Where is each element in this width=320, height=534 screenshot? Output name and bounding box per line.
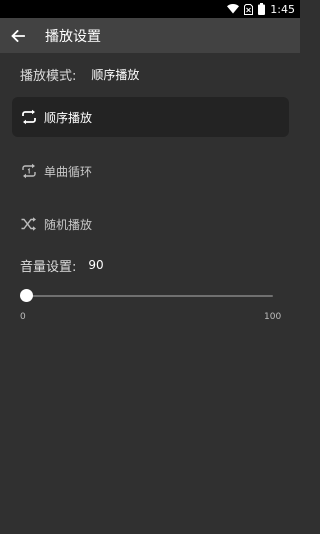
volume-label: 音量设置: [20, 259, 77, 275]
option-sequential-play[interactable]: 顺序播放 [12, 97, 289, 137]
sim-no-service-icon [244, 3, 254, 15]
volume-row: 音量设置: 90 [20, 255, 104, 275]
option-repeat-one[interactable]: 单曲循环 [12, 151, 289, 191]
play-mode-row: 播放模式: 顺序播放 [20, 64, 139, 84]
app-bar: 播放设置 [0, 18, 300, 53]
slider-min-label: 0 [20, 312, 26, 322]
slider-max-label: 100 [264, 312, 282, 322]
back-button[interactable] [0, 18, 38, 53]
wifi-icon [227, 4, 240, 14]
option-label: 随机播放 [44, 217, 93, 232]
repeat-icon [20, 108, 38, 126]
status-time: 1:45 [270, 2, 295, 16]
slider-track[interactable] [26, 295, 273, 297]
option-shuffle-play[interactable]: 随机播放 [12, 204, 289, 244]
repeat-one-icon [20, 162, 38, 180]
volume-value: 90 [88, 258, 104, 272]
slider-thumb[interactable] [20, 289, 33, 302]
page-title: 播放设置 [45, 28, 101, 45]
volume-slider[interactable] [20, 288, 273, 304]
option-label: 顺序播放 [44, 110, 93, 125]
arrow-left-icon [11, 29, 25, 42]
status-bar: 1:45 [0, 0, 300, 18]
play-mode-value: 顺序播放 [91, 67, 140, 82]
battery-icon [258, 3, 266, 15]
shuffle-icon [20, 215, 38, 233]
play-mode-label: 播放模式: [20, 68, 77, 84]
option-label: 单曲循环 [44, 164, 93, 179]
